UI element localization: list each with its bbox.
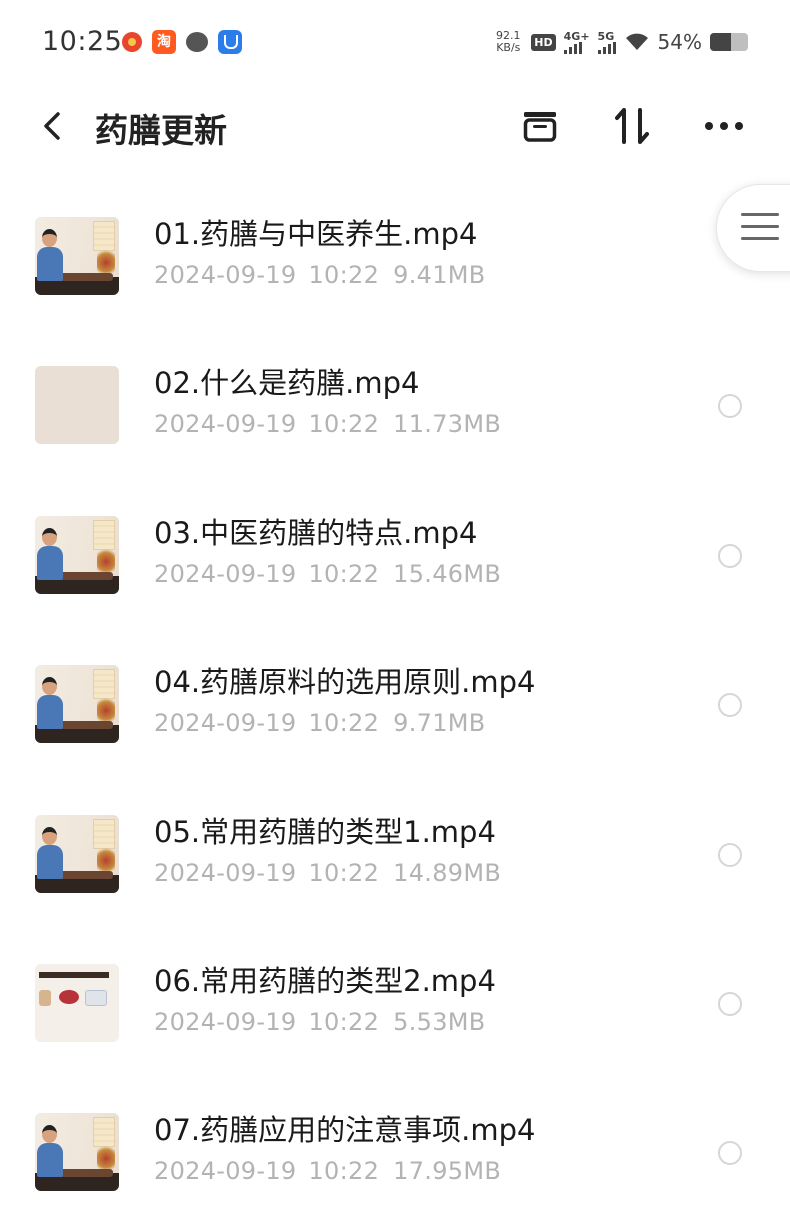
file-list: 01.药膳与中医养生.mp4 2024-09-19 10:22 9.41MB 02.什么… xyxy=(0,175,790,1221)
battery-percent: 54% xyxy=(657,30,702,54)
file-row[interactable]: 01.药膳与中医养生.mp4 2024-09-19 10:22 9.41MB xyxy=(0,175,790,324)
file-date: 2024-09-19 xyxy=(154,559,297,588)
sim1-label: 4G+ xyxy=(563,29,590,43)
wifi-icon xyxy=(625,33,648,50)
file-date: 2024-09-19 xyxy=(154,410,297,439)
file-row[interactable]: 02.什么是药膳.mp4 2024-09-19 10:22 11.73MB xyxy=(0,324,790,473)
page-title: 药膳更新 xyxy=(95,111,227,150)
file-name: 02.什么是药膳.mp4 xyxy=(154,366,420,401)
battery-icon xyxy=(710,33,748,51)
signal-sim1-icon: 4G+ xyxy=(563,29,590,54)
file-time: 10:22 xyxy=(308,1007,380,1036)
sort-button[interactable] xyxy=(608,102,656,150)
file-size: 15.46MB xyxy=(393,559,502,588)
file-date: 2024-09-19 xyxy=(154,1157,297,1186)
file-time: 10:22 xyxy=(308,858,380,887)
video-thumbnail xyxy=(35,665,119,744)
file-size: 9.71MB xyxy=(393,709,486,738)
file-meta: 2024-09-19 10:22 9.41MB xyxy=(154,261,486,289)
back-button[interactable] xyxy=(36,106,68,146)
video-thumbnail xyxy=(35,217,119,295)
file-time: 10:22 xyxy=(308,261,380,289)
status-bar: 10:25 淘 92.1 KB/s HD 4G+ 5G 54% xyxy=(0,0,790,88)
file-row[interactable]: 06.常用药膳的类型2.mp4 2024-09-19 10:22 5.53MB xyxy=(0,922,790,1071)
file-date: 2024-09-19 xyxy=(154,709,297,738)
file-size: 9.41MB xyxy=(393,261,486,289)
status-time: 10:25 xyxy=(42,26,123,57)
chevron-left-icon xyxy=(44,112,60,140)
file-date: 2024-09-19 xyxy=(154,858,297,887)
video-thumbnail xyxy=(35,814,119,893)
file-name: 05.常用药膳的类型1.mp4 xyxy=(154,814,496,849)
archive-box-icon xyxy=(523,112,557,142)
file-name: 04.药膳原料的选用原则.mp4 xyxy=(154,665,536,700)
hamburger-menu-icon xyxy=(741,213,779,249)
file-meta: 2024-09-19 10:22 15.46MB xyxy=(154,560,501,588)
file-name: 03.中医药膳的特点.mp4 xyxy=(154,515,478,550)
file-size: 14.89MB xyxy=(393,858,502,887)
video-thumbnail xyxy=(35,1113,119,1192)
notification-icons: 淘 xyxy=(122,30,242,54)
file-time: 10:22 xyxy=(308,709,380,738)
file-row[interactable]: 03.中医药膳的特点.mp4 2024-09-19 10:22 15.46MB xyxy=(0,474,790,623)
file-meta: 2024-09-19 10:22 9.71MB xyxy=(154,709,486,737)
taobao-icon: 淘 xyxy=(152,30,176,54)
file-size: 17.95MB xyxy=(393,1157,502,1186)
file-name: 01.药膳与中医养生.mp4 xyxy=(154,217,478,251)
file-name: 07.药膳应用的注意事项.mp4 xyxy=(154,1113,536,1148)
sort-icon xyxy=(615,108,649,144)
file-time: 10:22 xyxy=(308,1157,380,1186)
file-time: 10:22 xyxy=(308,559,380,588)
file-date: 2024-09-19 xyxy=(154,261,297,289)
more-icon xyxy=(705,122,743,130)
header: 药膳更新 xyxy=(0,88,790,168)
signal-sim2-icon: 5G xyxy=(597,29,616,54)
file-meta: 2024-09-19 10:22 14.89MB xyxy=(154,859,501,887)
file-date: 2024-09-19 xyxy=(154,1007,297,1036)
file-row[interactable]: 07.药膳应用的注意事项.mp4 2024-09-19 10:22 17.95MB xyxy=(0,1071,790,1220)
file-row[interactable]: 04.药膳原料的选用原则.mp4 2024-09-19 10:22 9.71MB xyxy=(0,623,790,772)
system-icons: 92.1 KB/s HD 4G+ 5G 54% xyxy=(493,30,748,54)
file-meta: 2024-09-19 10:22 11.73MB xyxy=(154,410,501,438)
select-radio[interactable] xyxy=(718,394,742,419)
select-radio[interactable] xyxy=(718,693,742,718)
video-thumbnail xyxy=(35,963,119,1042)
file-size: 5.53MB xyxy=(393,1007,486,1036)
battery-level xyxy=(710,33,731,51)
network-speed: 92.1 KB/s xyxy=(493,30,523,54)
file-name: 06.常用药膳的类型2.mp4 xyxy=(154,963,496,998)
select-radio[interactable] xyxy=(718,991,742,1016)
video-thumbnail xyxy=(35,515,119,594)
file-meta: 2024-09-19 10:22 17.95MB xyxy=(154,1157,501,1185)
alarm-app-icon xyxy=(218,30,242,54)
file-time: 10:22 xyxy=(308,410,380,439)
file-size: 11.73MB xyxy=(393,410,502,439)
hd-icon: HD xyxy=(531,33,556,51)
network-speed-unit: KB/s xyxy=(496,41,521,54)
select-radio[interactable] xyxy=(718,1141,742,1166)
video-thumbnail xyxy=(35,366,119,445)
file-meta: 2024-09-19 10:22 5.53MB xyxy=(154,1008,486,1036)
sim2-label: 5G xyxy=(597,29,615,43)
select-radio[interactable] xyxy=(718,543,742,568)
file-row[interactable]: 05.常用药膳的类型1.mp4 2024-09-19 10:22 14.89MB xyxy=(0,773,790,922)
more-button[interactable] xyxy=(700,102,748,150)
chat-icon xyxy=(186,32,208,52)
weather-icon xyxy=(122,32,142,52)
archive-button[interactable] xyxy=(516,102,564,150)
select-radio[interactable] xyxy=(718,842,742,867)
